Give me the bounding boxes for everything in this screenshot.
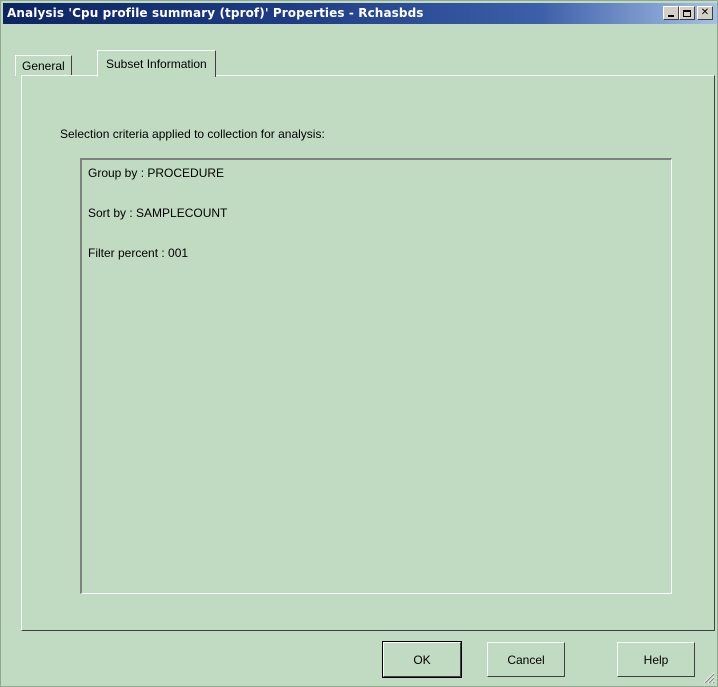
tab-subset-information[interactable]: Subset Information [97, 50, 216, 77]
help-button[interactable]: Help [617, 642, 695, 677]
group-by-text: Group by : PROCEDURE [88, 166, 225, 180]
tab-general[interactable]: General [15, 55, 72, 76]
cancel-button[interactable]: Cancel [487, 642, 565, 677]
ok-button-label: OK [413, 652, 431, 667]
cancel-button-label: Cancel [507, 652, 545, 667]
window-controls: ✕ [663, 6, 713, 20]
minimize-icon[interactable] [663, 6, 679, 20]
sort-by-text: Sort by : SAMPLECOUNT [88, 206, 228, 220]
close-icon[interactable]: ✕ [697, 6, 713, 20]
ok-button[interactable]: OK [382, 641, 462, 678]
properties-dialog: Analysis 'Cpu profile summary (tprof)' P… [0, 0, 718, 687]
filter-percent-text: Filter percent : 001 [88, 246, 189, 260]
tab-general-label: General [22, 59, 65, 73]
help-button-label: Help [643, 652, 669, 667]
subset-information-panel: Selection criteria applied to collection… [21, 75, 715, 631]
window-title: Analysis 'Cpu profile summary (tprof)' P… [7, 6, 424, 20]
criteria-textbox[interactable]: Group by : PROCEDURE Sort by : SAMPLECOU… [80, 158, 672, 594]
resize-grip-icon[interactable] [703, 672, 715, 684]
maximize-icon[interactable] [679, 6, 695, 20]
title-bar[interactable]: Analysis 'Cpu profile summary (tprof)' P… [3, 3, 717, 24]
tab-subset-information-label: Subset Information [106, 57, 207, 71]
selection-criteria-heading: Selection criteria applied to collection… [60, 127, 325, 141]
